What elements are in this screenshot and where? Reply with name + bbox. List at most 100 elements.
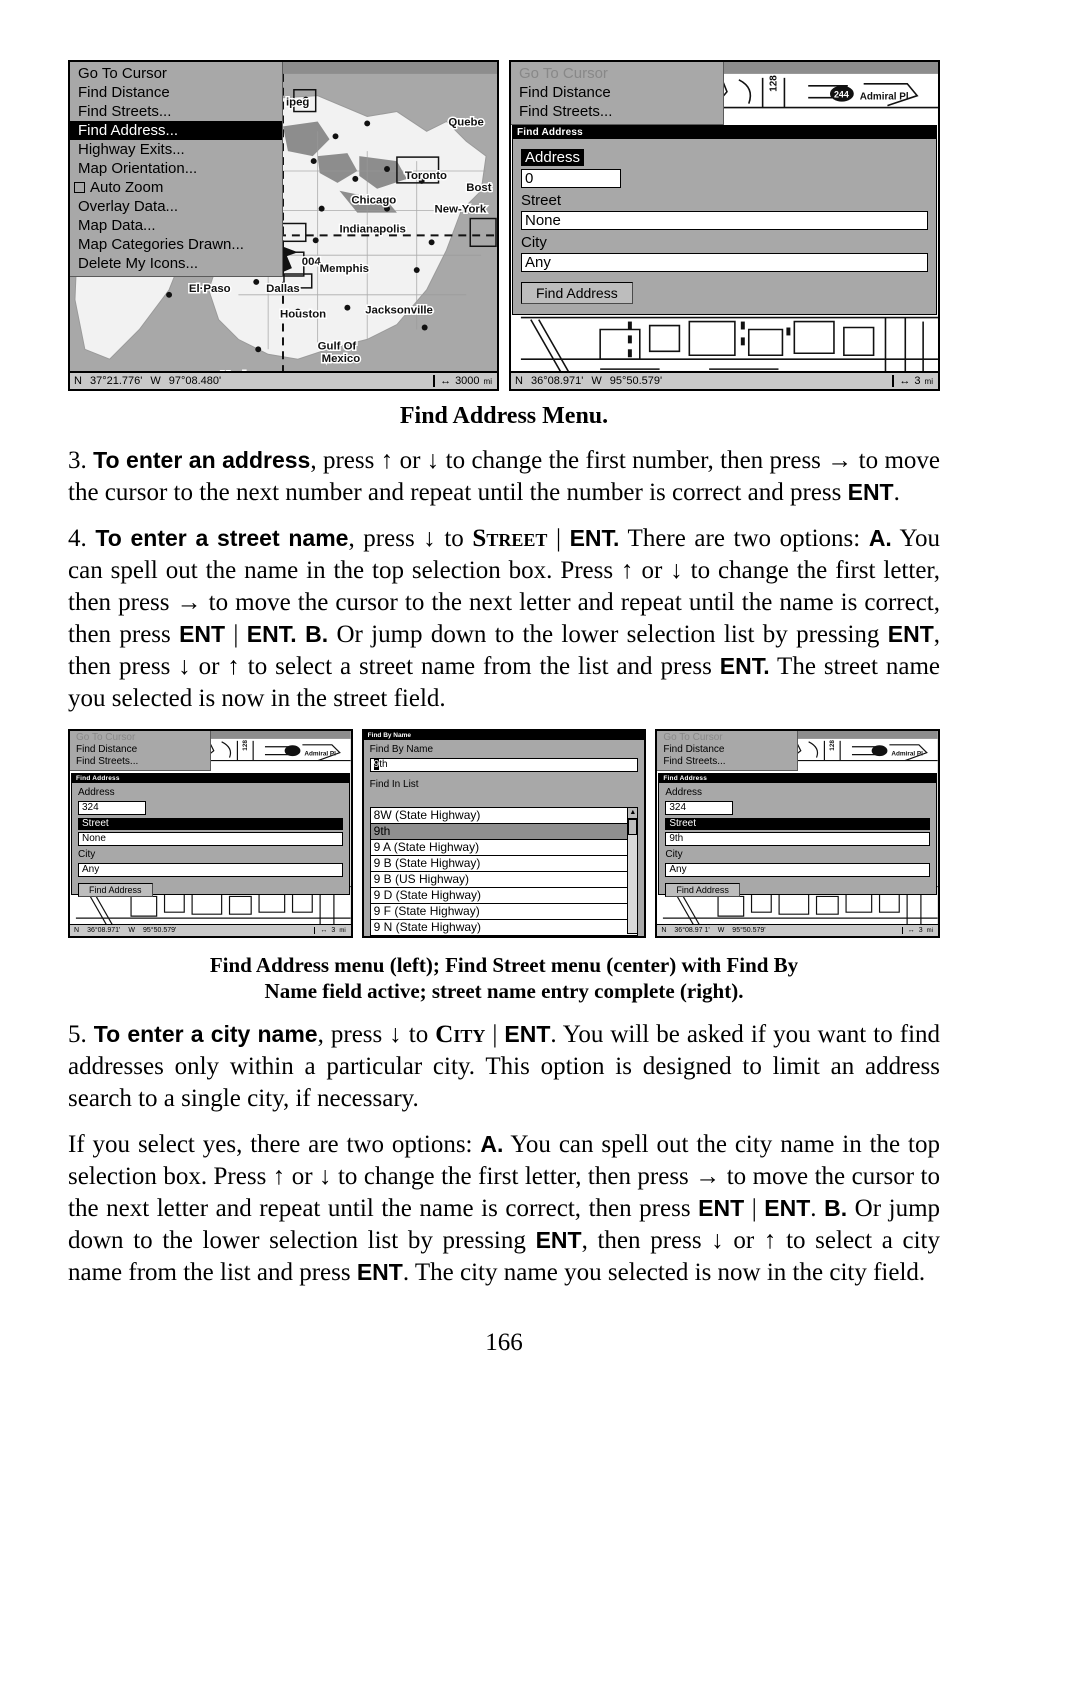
find-in-list[interactable]: 8W (State Highway) 9th 9 A (State Highwa… [369,807,639,936]
dialog-title: Find Address [659,774,937,783]
scroll-up-icon[interactable]: ▲ [628,808,638,819]
find-address-dialog[interactable]: Find Address Address 324 Street 9th City… [658,773,938,897]
status-bar: N 36°08.971' W 95°50.579' ↔ 3 mi [70,924,351,936]
street-field[interactable]: None [78,832,343,846]
svg-text:Memphis: Memphis [320,263,369,275]
address-field[interactable]: 324 [78,801,146,815]
find-address-button[interactable]: Find Address [521,282,633,304]
menu-item-auto-zoom[interactable]: Auto Zoom [70,178,282,197]
longitude-value: 95°50.579' [609,375,663,387]
step-4-ent2: ENT [179,621,226,647]
street-field[interactable]: 9th [665,832,931,846]
step-3-ent: ENT [847,479,894,505]
list-item[interactable]: 8W (State Highway) [369,807,639,824]
gps-screenshot-find-address-dialog[interactable]: iral Pl 128 Admiral Pl 244 [509,60,940,391]
step-4-option-a: A. [868,525,892,551]
city-field[interactable]: Any [665,863,931,877]
city-field[interactable]: Any [521,253,928,272]
menu-item-delete-my-icons[interactable]: Delete My Icons... [70,254,282,273]
find-by-name-field[interactable]: 9th [369,758,639,772]
svg-text:ipeg: ipeg [286,97,309,109]
menu-item-map-data[interactable]: Map Data... [70,216,282,235]
find-address-button[interactable]: Find Address [78,883,153,897]
step-4-ent1: ENT. [569,525,620,551]
find-address-button[interactable]: Find Address [665,883,740,897]
gps-screenshot-street-complete[interactable]: iral Pl 128 Admiral Pl [655,729,941,938]
svg-text:004: 004 [302,256,322,268]
step-4-key-street: Street [472,525,548,552]
list-item[interactable]: 9th [369,824,639,840]
list-item[interactable]: 9 A (State Highway) [369,840,639,856]
menu-item-go-to-cursor[interactable]: Go To Cursor [70,732,210,744]
address-field[interactable]: 324 [665,801,734,815]
map-menu[interactable]: Go To Cursor Find Distance Find Streets.… [70,62,283,277]
list-item[interactable]: 9 B (State Highway) [369,856,639,872]
menu-item-find-streets[interactable]: Find Streets... [657,756,797,768]
menu-item-map-categories-drawn[interactable]: Map Categories Drawn... [70,235,282,254]
zoom-range: ↔ 3 mi [892,375,938,387]
menu-item-find-distance[interactable]: Find Distance [511,83,723,102]
gps-screenshot-map-menu[interactable]: Winnipeg Billings United States Denver P… [68,60,499,391]
page-number: 166 [485,1328,523,1356]
street-label: Street [78,818,343,830]
menu-item-map-orientation[interactable]: Map Orientation... [70,159,282,178]
menu-item-find-streets[interactable]: Find Streets... [70,756,210,768]
list-item[interactable]: 9 N (State Highway) [369,920,639,936]
menu-item-go-to-cursor[interactable]: Go To Cursor [70,64,282,83]
menu-item-find-distance[interactable]: Find Distance [657,744,797,756]
menu-item-overlay-data[interactable]: Overlay Data... [70,197,282,216]
step-4-bold: To enter a street name [95,525,349,551]
checkbox-icon[interactable] [74,182,85,193]
svg-text:Chicago: Chicago [351,195,396,207]
gps-screenshot-find-by-name[interactable]: Find By Name Find By Name 9th Find In Li… [361,729,647,938]
figure-2-caption: Find Address menu (left); Find Street me… [68,952,940,1005]
menu-item-find-streets[interactable]: Find Streets... [511,102,723,121]
map-menu[interactable]: Go To Cursor Find Distance Find Streets.… [70,731,211,771]
list-item[interactable]: 9 D (State Highway) [369,888,639,904]
svg-text:Indianapolis: Indianapolis [339,223,405,235]
step-4-sep2: | [225,621,247,648]
step-4-t1: , press ↓ to [348,525,473,552]
p6-ent4: ENT [356,1258,403,1285]
address-label: Address [78,787,115,798]
menu-item-go-to-cursor[interactable]: Go To Cursor [657,732,797,744]
menu-item-find-streets[interactable]: Find Streets... [70,102,282,121]
p6-ent1: ENT [698,1194,745,1221]
city-field[interactable]: Any [78,863,343,877]
longitude-hemisphere: W [150,375,161,387]
longitude-hemisphere: W [128,927,136,934]
svg-text:Toronto: Toronto [405,170,447,182]
list-item[interactable]: 9 B (US Highway) [369,872,639,888]
scrollbar-thumb[interactable] [628,819,638,835]
menu-item-find-distance[interactable]: Find Distance [70,83,282,102]
find-address-dialog[interactable]: Find Address Address 0 Street None City … [512,125,937,315]
svg-text:244: 244 [834,90,849,100]
map-menu[interactable]: Go To Cursor Find Distance Find Streets.… [657,731,799,771]
paragraph-step-5: 5. To enter a city name, press ↓ to City… [68,1019,940,1115]
zoom-arrows-icon: ↔ [899,375,911,387]
latitude-value: 37°21.776' [89,375,143,387]
dialog-title: Find Address [72,774,349,783]
street-field[interactable]: None [521,211,928,230]
menu-item-find-distance[interactable]: Find Distance [70,744,210,756]
step-3-number: 3. [68,447,87,474]
figure-2: iral Pl 128 Admiral Pl [68,729,941,938]
menu-item-highway-exits[interactable]: Highway Exits... [70,140,282,159]
list-scrollbar[interactable]: ▲ [627,807,639,934]
zoom-unit: mi [339,927,346,934]
gps-screenshot-find-address-324[interactable]: iral Pl 128 Admiral Pl [68,729,353,938]
step-4-number: 4. [68,525,87,552]
p6-sep: | [744,1194,765,1222]
menu-item-find-address[interactable]: Find Address... [70,121,282,140]
zoom-arrows-icon: ↔ [440,375,452,387]
address-field[interactable]: 0 [521,169,621,188]
list-item[interactable]: 9 F (State Highway) [369,904,639,920]
step-4-ent5: ENT. [719,653,770,679]
find-address-dialog[interactable]: Find Address Address 324 Street None Cit… [71,773,350,897]
step-5-sep1: | [485,1020,505,1048]
svg-text:Mexico: Mexico [322,353,361,365]
zoom-range: ↔ 3 mi [901,927,938,934]
list-item[interactable]: 9 P (State Highway) [370,936,639,938]
map-menu[interactable]: Go To Cursor Find Distance Find Streets.… [511,62,724,125]
menu-item-go-to-cursor[interactable]: Go To Cursor [511,64,723,83]
